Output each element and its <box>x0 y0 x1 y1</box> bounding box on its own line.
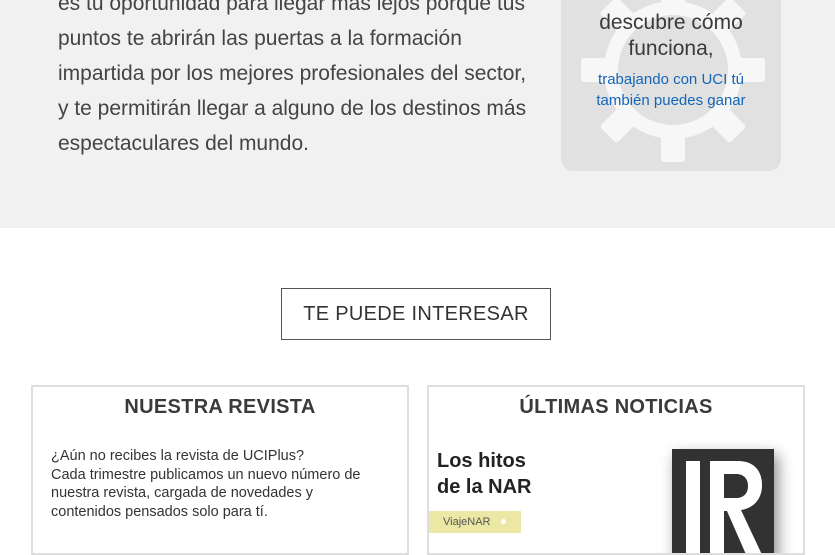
hero-section: es tu oportunidad para llegar más lejos … <box>0 0 835 228</box>
tag-dot-icon <box>501 519 506 524</box>
revista-line: contenidos pensados solo para tí. <box>51 503 268 520</box>
promo-title-line: descubre cómo <box>599 11 743 34</box>
noticias-panel: ÚLTIMAS NOTICIAS Los hitos de la NAR Via… <box>427 385 805 555</box>
hero-line: impartida por los mejores profesionales … <box>58 62 527 85</box>
promo-link-line: también puedes ganar <box>596 92 746 109</box>
news-title-line: de la NAR <box>437 476 532 498</box>
promo-title: descubre cómo funciona, <box>561 10 781 62</box>
news-item-title[interactable]: Los hitos de la NAR <box>437 448 531 500</box>
promo-link[interactable]: trabajando con UCI tú también puedes gan… <box>561 69 781 111</box>
revista-line: Cada trimestre publicamos un nuevo númer… <box>51 466 361 483</box>
hero-text: es tu oportunidad para llegar más lejos … <box>58 0 538 161</box>
revista-line: ¿Aún no recibes la revista de UCIPlus? <box>51 448 305 464</box>
hero-line: y te permitirán llegar a alguno de los d… <box>58 97 527 120</box>
promo-title-line: funciona, <box>628 37 714 60</box>
hero-line: espectaculares del mundo. <box>58 132 309 155</box>
noticias-title: ÚLTIMAS NOTICIAS <box>519 396 713 418</box>
section-heading: TE PUEDE INTERESAR <box>281 288 551 340</box>
realtor-r-logo-svg <box>686 461 762 553</box>
promo-link-line: trabajando con UCI tú <box>598 71 744 88</box>
revista-title: NUESTRA REVISTA <box>124 396 316 418</box>
hero-line: puntos te abrirán las puertas a la forma… <box>58 27 462 50</box>
news-tag[interactable]: ViajeNAR <box>429 511 521 533</box>
revista-panel[interactable]: NUESTRA REVISTA ¿Aún no recibes la revis… <box>31 385 409 555</box>
news-tag-label: ViajeNAR <box>443 516 491 528</box>
promo-card[interactable]: descubre cómo funciona, trabajando con U… <box>561 0 781 171</box>
hero-line: es tu oportunidad para llegar más lejos … <box>58 0 525 15</box>
news-title-line: Los hitos <box>437 450 526 472</box>
revista-line: nuestra revista, cargada de novedades y <box>51 485 313 501</box>
revista-description: ¿Aún no recibes la revista de UCIPlus? C… <box>51 447 391 521</box>
realtor-r-logo-icon[interactable] <box>672 449 774 553</box>
